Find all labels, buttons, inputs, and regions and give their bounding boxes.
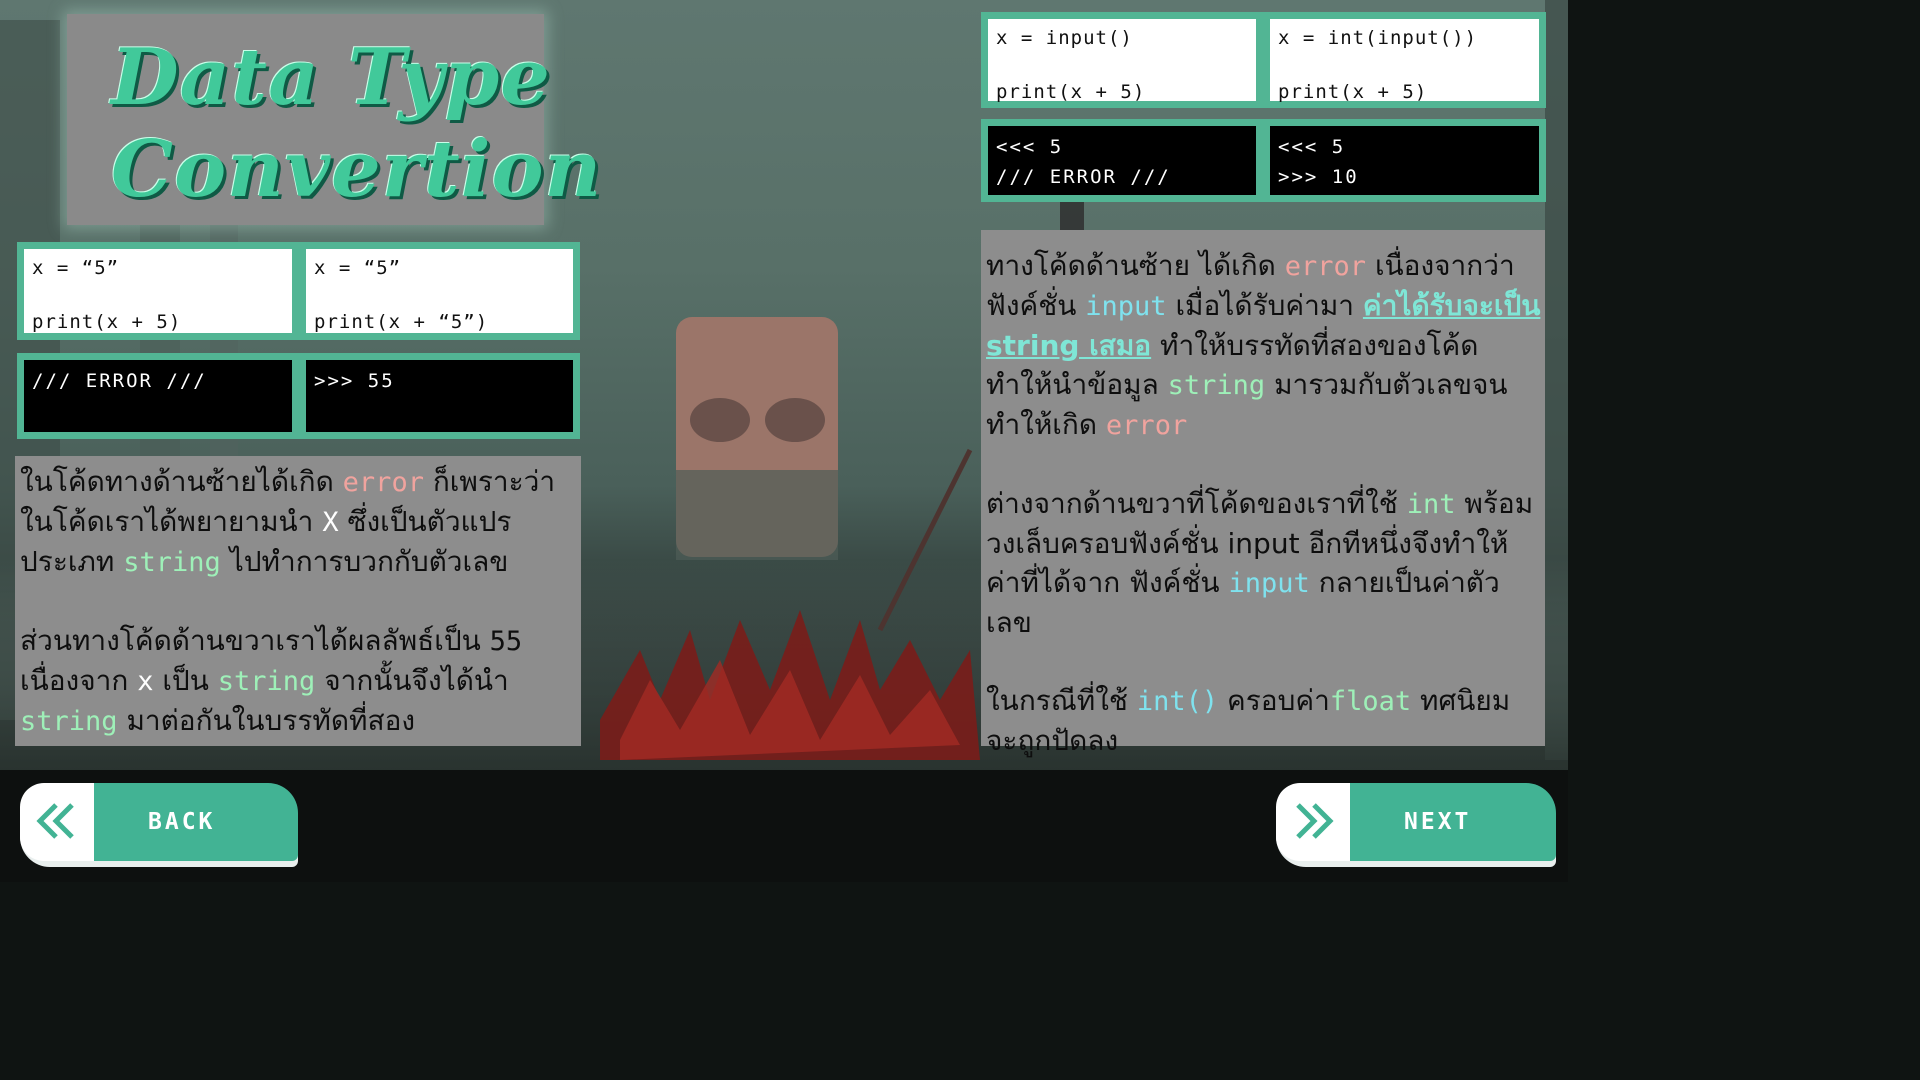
code-line: print(x + 5) xyxy=(1278,81,1428,103)
output-line: >>> 10 xyxy=(1278,166,1359,188)
game-screen: Data Type Convertion x = “5” print(x + 5… xyxy=(0,0,1568,882)
keyword-input: input xyxy=(1228,568,1310,599)
back-label: BACK xyxy=(148,809,216,835)
right-output-card-1: <<< 5 /// ERROR /// xyxy=(981,119,1263,202)
code-line: x = “5” xyxy=(314,257,402,279)
keyword-error: error xyxy=(1105,410,1188,441)
code-line: print(x + 5) xyxy=(32,311,182,333)
output-line: /// ERROR /// xyxy=(996,166,1171,188)
code-line: x = int(input()) xyxy=(1278,27,1478,49)
right-paragraph-2: ต่างจากด้านขวาที่โค้ดของเราที่ใช้ int พร… xyxy=(986,487,1534,639)
left-paragraph-2: ส่วนทางโค้ดด้านขวาเราได้ผลลัพธ์เป็น 55 เ… xyxy=(20,624,523,737)
keyword-x: X xyxy=(322,507,339,538)
left-code-card-2: x = “5” print(x + “5”) xyxy=(299,242,580,340)
keyword-string: string xyxy=(1167,370,1266,401)
left-output-card-1: /// ERROR /// xyxy=(17,353,299,439)
left-code-card-1: x = “5” print(x + 5) xyxy=(17,242,299,340)
title-card: Data Type Convertion xyxy=(67,14,601,225)
keyword-int-call: int() xyxy=(1136,686,1219,717)
keyword-string: string xyxy=(217,666,316,697)
right-paragraph-3: ในกรณีที่ใช้ int() ครอบค่าfloat ทศนิยมจะ… xyxy=(986,684,1511,757)
right-code-card-2: x = int(input()) print(x + 5) xyxy=(1263,12,1546,108)
keyword-input: input xyxy=(1085,291,1167,322)
left-explanation-panel: ในโค้ดทางด้านซ้ายได้เกิด error ก็เพราะว่… xyxy=(15,456,581,746)
output-line: <<< 5 xyxy=(1278,136,1346,158)
right-paragraph-1: ทางโค้ดด้านซ้าย ได้เกิด error เนื่องจากว… xyxy=(986,249,1541,441)
title-line-1: Data Type xyxy=(111,32,551,123)
keyword-float: float xyxy=(1329,686,1412,717)
right-output-card-2: <<< 5 >>> 10 xyxy=(1263,119,1546,202)
left-output-card-2: >>> 55 xyxy=(299,353,580,439)
back-button[interactable]: BACK xyxy=(20,783,298,861)
code-line: x = “5” xyxy=(32,257,120,279)
output-line: /// ERROR /// xyxy=(32,370,207,392)
left-paragraph-1: ในโค้ดทางด้านซ้ายได้เกิด error ก็เพราะว่… xyxy=(20,465,556,578)
next-button[interactable]: NEXT xyxy=(1276,783,1556,861)
output-line: >>> 55 xyxy=(314,370,395,392)
keyword-error: error xyxy=(342,467,424,498)
keyword-string: string xyxy=(123,547,221,578)
code-line: x = input() xyxy=(996,27,1133,49)
double-chevron-right-icon xyxy=(1296,803,1334,839)
code-line: print(x + 5) xyxy=(996,81,1146,103)
right-explanation-panel: ทางโค้ดด้านซ้าย ได้เกิด error เนื่องจากว… xyxy=(981,230,1545,757)
title-line-2: Convertion xyxy=(111,124,603,215)
double-chevron-left-icon xyxy=(36,803,74,839)
output-line: <<< 5 xyxy=(996,136,1064,158)
number-55: 55 xyxy=(489,626,523,657)
keyword-int: int xyxy=(1406,489,1456,520)
keyword-x: x xyxy=(137,666,154,697)
right-code-card-1: x = input() print(x + 5) xyxy=(981,12,1263,108)
keyword-string: string xyxy=(20,706,118,737)
keyword-error: error xyxy=(1284,251,1367,282)
back-icon-tab xyxy=(20,783,94,861)
next-label: NEXT xyxy=(1404,809,1472,835)
code-line: print(x + “5”) xyxy=(314,311,489,333)
next-icon-tab xyxy=(1276,783,1350,861)
